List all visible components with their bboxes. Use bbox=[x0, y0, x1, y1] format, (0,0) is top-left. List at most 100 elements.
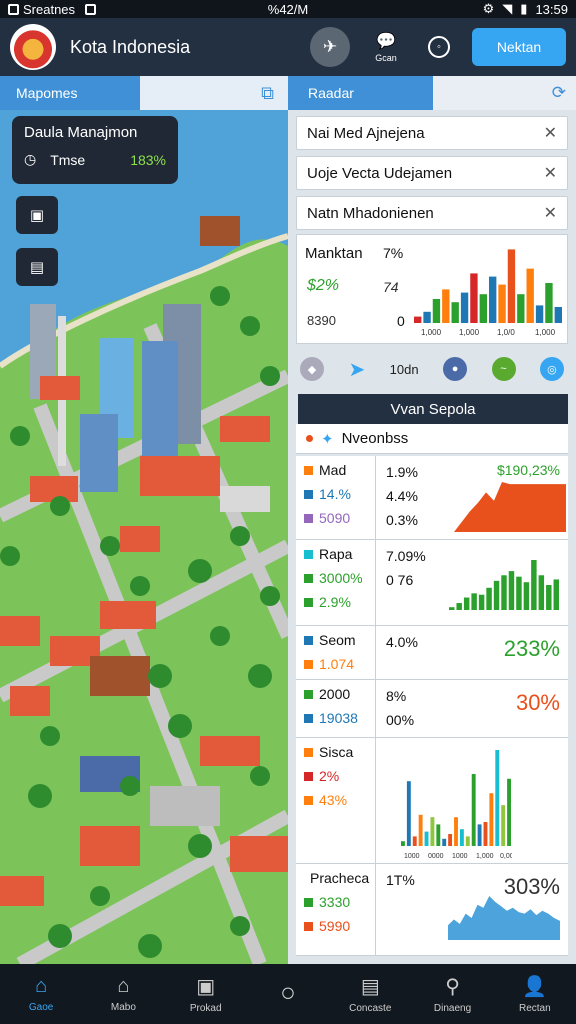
filter-chip-1[interactable]: Nai Med Ajnejena ✕ bbox=[296, 116, 568, 150]
metric-line: 5990 bbox=[304, 918, 367, 934]
list-header-label: Nveonbss bbox=[341, 430, 409, 447]
gallery-notification-icon bbox=[85, 3, 97, 15]
metric-line: 2000 bbox=[304, 686, 367, 702]
metric-mid-value: 7.09% bbox=[386, 548, 426, 564]
metric-line-text: 2000 bbox=[319, 686, 351, 702]
legend-swatch bbox=[304, 597, 313, 607]
filter-chip-label: Nai Med Ajnejena bbox=[307, 124, 425, 142]
metric-row[interactable]: Mad 14.% 5090 1.9% 4.4% 0.3% $190,23% bbox=[296, 456, 568, 540]
nav-product[interactable]: ▣ Prokad bbox=[165, 964, 247, 1024]
nav-label: Mabo bbox=[110, 1002, 136, 1013]
map-layer-toggle-button[interactable]: ▤ bbox=[16, 248, 58, 286]
close-icon[interactable]: ✕ bbox=[544, 123, 557, 143]
home-icon: ⌂ bbox=[35, 975, 48, 997]
metric-row-chart: 4.0% 233% bbox=[376, 626, 568, 679]
close-icon[interactable]: ✕ bbox=[544, 203, 557, 223]
row-chart-bar bbox=[507, 778, 511, 846]
metric-line-text: 3000% bbox=[319, 570, 363, 586]
market-bar bbox=[507, 249, 516, 323]
metric-row-chart: 1T% 303% bbox=[376, 864, 568, 955]
nav-profile[interactable]: 👤 Rectan bbox=[494, 964, 576, 1024]
metric-line-text: 19038 bbox=[319, 710, 358, 726]
filter-chip-2[interactable]: Uoje Vecta Udejamen ✕ bbox=[296, 156, 568, 190]
row-chart-bar bbox=[463, 597, 470, 610]
metric-line-text: Sisca bbox=[319, 744, 354, 760]
row-chart-bar bbox=[471, 593, 477, 610]
metric-line: Rapa bbox=[304, 546, 367, 562]
filter-chip-3[interactable]: Natn Mhadonienen ✕ bbox=[296, 196, 568, 230]
nav-map[interactable]: ⌂ Mabo bbox=[82, 964, 164, 1024]
status-time: 13:59 bbox=[535, 1, 568, 17]
metric-line: Pracheca bbox=[304, 870, 369, 886]
nav-home[interactable]: ⌂ Gaoe bbox=[0, 964, 82, 1024]
trend-icon[interactable]: ~ bbox=[491, 357, 516, 381]
metric-line: 43% bbox=[304, 792, 367, 808]
list-header: ✦ Nveonbss bbox=[296, 424, 568, 454]
help-button[interactable]: ◦ bbox=[428, 36, 450, 58]
metric-row-labels: 2000 19038 bbox=[296, 680, 376, 737]
market-title: Manktan bbox=[305, 245, 363, 262]
row-chart-bar bbox=[448, 834, 453, 846]
map-frame-button[interactable]: ▣ bbox=[16, 196, 58, 234]
close-icon[interactable]: ✕ bbox=[544, 163, 557, 183]
map-layers-button[interactable]: ⧉ bbox=[140, 76, 288, 110]
nav-search[interactable]: ⚲ Dinaeng bbox=[411, 964, 493, 1024]
metric-row[interactable]: Sisca2%43%1000000010001,0000,0001,000 bbox=[296, 738, 568, 864]
city-map[interactable]: Mapomes ⧉ Daula Manajmon ◷ Tmse 183% ▣ ▤ bbox=[0, 76, 288, 964]
metric-line-text: 5990 bbox=[319, 918, 351, 934]
location-icon[interactable]: ◎ bbox=[539, 357, 564, 381]
metric-row[interactable]: Pracheca 3330 5990 1T% 303% bbox=[296, 864, 568, 956]
chat-button[interactable]: 💬 Gcan bbox=[362, 27, 410, 67]
metric-line: 5090 bbox=[304, 510, 367, 526]
nav-center[interactable]: ○ bbox=[247, 964, 329, 1024]
clock-icon: ◷ bbox=[24, 151, 37, 167]
nav-label: Concaste bbox=[349, 1003, 392, 1014]
metric-line: Sisca bbox=[304, 744, 367, 760]
market-value: $2% bbox=[307, 277, 340, 294]
market-bar bbox=[535, 305, 544, 323]
row-chart-tick-label: 0000 bbox=[428, 853, 444, 860]
market-bar bbox=[489, 276, 497, 323]
tab-radar[interactable]: Raadar bbox=[288, 76, 433, 110]
lock-icon[interactable]: ● bbox=[443, 357, 468, 381]
city-logo-icon bbox=[10, 24, 56, 70]
row-chart-bar bbox=[501, 575, 507, 610]
status-carrier: Sreatnes bbox=[23, 1, 76, 17]
settings-icon[interactable]: ◆ bbox=[300, 357, 324, 381]
app-notification-icon bbox=[8, 3, 19, 15]
nav-contacts[interactable]: ▤ Concaste bbox=[329, 964, 411, 1024]
bottom-navigation: ⌂ Gaoe ⌂ Mabo ▣ Prokad ○ ▤ Concaste ⚲ Dinaeng… bbox=[0, 964, 576, 1024]
row-chart: 1000000010001,0000,0001,000 bbox=[401, 750, 512, 860]
bird-icon[interactable]: ➤ bbox=[348, 357, 365, 382]
navigation-button[interactable]: ✈ bbox=[310, 27, 350, 67]
nav-label: Gaoe bbox=[28, 1002, 54, 1013]
refresh-button[interactable]: ⟳ bbox=[433, 76, 576, 110]
market-axis-zero: 0 bbox=[397, 313, 405, 329]
chat-label: Gcan bbox=[375, 53, 397, 63]
row-chart bbox=[448, 896, 560, 940]
metric-line-text: 43% bbox=[319, 792, 348, 808]
legend-swatch bbox=[304, 921, 313, 931]
row-chart-bar bbox=[442, 838, 447, 846]
nav-label: Rectan bbox=[518, 1003, 551, 1014]
metric-row[interactable]: Rapa 3000% 2.9% 7.09% 0 76 bbox=[296, 540, 568, 626]
row-chart-area bbox=[448, 896, 560, 940]
row-chart-bar bbox=[424, 831, 429, 846]
row-chart-tick-label: 1,000 bbox=[476, 853, 494, 860]
metric-row[interactable]: Seom 1.074 4.0% 233% bbox=[296, 626, 568, 680]
alarm-icon: ⚙ bbox=[482, 1, 495, 16]
metric-row[interactable]: 2000 19038 8% 00% 30% bbox=[296, 680, 568, 738]
star-icon: ✦ bbox=[321, 430, 334, 448]
market-tick-label: 1,000 bbox=[535, 328, 556, 337]
metric-mid-value: 1T% bbox=[386, 872, 415, 888]
market-secondary: 74 bbox=[383, 279, 399, 295]
tab-map[interactable]: Mapomes bbox=[0, 76, 140, 110]
management-card[interactable]: Daula Manajmon ◷ Tmse 183% bbox=[12, 116, 178, 184]
row-chart-bar bbox=[454, 817, 458, 846]
row-chart-bar bbox=[459, 829, 464, 846]
row-chart-bar bbox=[406, 781, 411, 846]
plane-icon: ✈ bbox=[322, 37, 338, 56]
market-bar bbox=[517, 294, 525, 323]
search-icon: ⚲ bbox=[445, 976, 460, 998]
primary-action-button[interactable]: Nektan bbox=[472, 28, 566, 66]
